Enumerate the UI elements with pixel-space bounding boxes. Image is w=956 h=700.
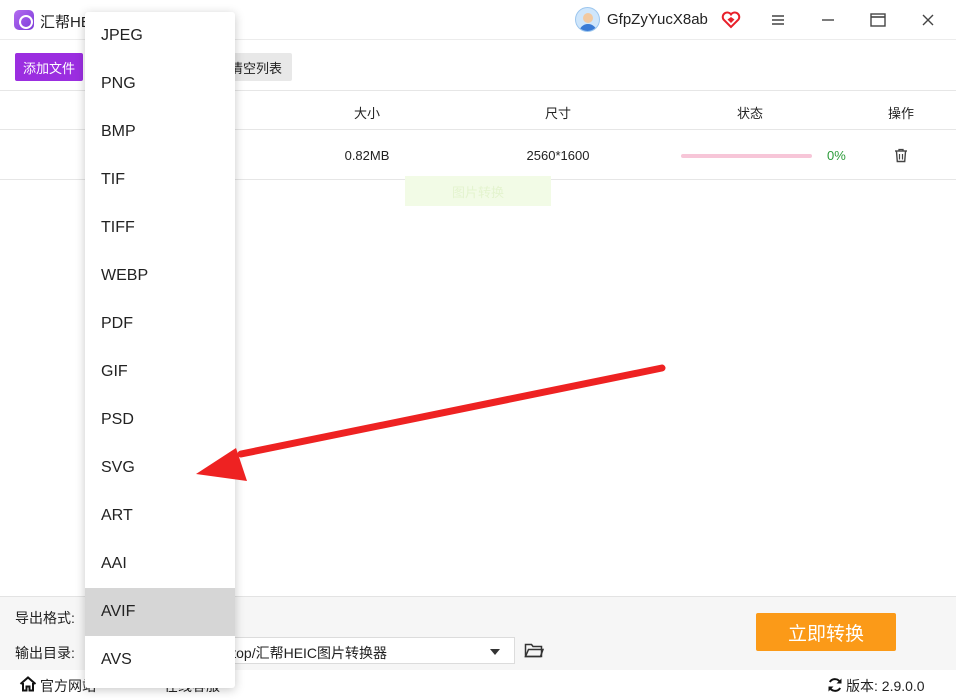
format-option-pdf[interactable]: PDF xyxy=(85,300,235,348)
home-icon[interactable] xyxy=(19,676,37,692)
format-dropdown[interactable]: JPEG PNG BMP TIF TIFF WEBP PDF GIF PSD SVG ART AAI A… xyxy=(85,12,235,688)
export-format-label: 导出格式: xyxy=(15,610,75,626)
vip-heart-icon[interactable] xyxy=(721,10,741,30)
avatar[interactable] xyxy=(575,7,600,32)
format-option-svg[interactable]: SVG xyxy=(85,444,235,492)
column-header-size: 大小 xyxy=(353,106,381,121)
format-option-webp[interactable]: WEBP xyxy=(85,252,235,300)
column-header-dimensions: 尺寸 xyxy=(544,106,572,121)
format-option-png[interactable]: PNG xyxy=(85,60,235,108)
close-icon[interactable] xyxy=(914,8,942,32)
output-dir-label: 输出目录: xyxy=(15,645,75,661)
format-option-art[interactable]: ART xyxy=(85,492,235,540)
column-header-status: 状态 xyxy=(736,106,764,121)
format-option-bmp[interactable]: BMP xyxy=(85,108,235,156)
add-file-button[interactable]: 添加文件 xyxy=(15,53,83,81)
format-option-psd[interactable]: PSD xyxy=(85,396,235,444)
version-value: 2.9.0.0 xyxy=(881,678,925,694)
column-header-actions: 操作 xyxy=(887,106,915,121)
folder-icon[interactable] xyxy=(524,641,544,659)
version-label: 版本: xyxy=(846,678,878,694)
format-option-aai[interactable]: AAI xyxy=(85,540,235,588)
progress-bar xyxy=(681,154,812,158)
format-option-gif[interactable]: GIF xyxy=(85,348,235,396)
username[interactable]: GfpZyYucX8ab xyxy=(607,11,708,28)
output-dir-select[interactable]: C:/Users/Desktop/汇帮HEIC图片转换器 xyxy=(142,637,515,664)
minimize-icon[interactable] xyxy=(814,8,842,32)
format-option-avif[interactable]: AVIF xyxy=(85,588,235,636)
refresh-icon[interactable] xyxy=(827,677,843,693)
file-size: 0.82MB xyxy=(344,148,390,163)
menu-icon[interactable] xyxy=(764,8,792,32)
file-dimensions: 2560*1600 xyxy=(526,148,590,163)
progress-text: 0% xyxy=(827,148,846,163)
trash-icon[interactable] xyxy=(893,147,909,163)
ghost-overlay-text: 图片转换 xyxy=(405,176,551,206)
format-option-tiff[interactable]: TIFF xyxy=(85,204,235,252)
format-option-tif[interactable]: TIF xyxy=(85,156,235,204)
app-logo-icon xyxy=(14,10,34,30)
chevron-down-icon xyxy=(490,649,500,655)
convert-button[interactable]: 立即转换 xyxy=(756,613,896,651)
format-option-jpeg[interactable]: JPEG xyxy=(85,12,235,60)
format-option-avs[interactable]: AVS xyxy=(85,636,235,684)
version-info: 版本: 2.9.0.0 xyxy=(846,676,925,696)
maximize-icon[interactable] xyxy=(864,8,892,32)
